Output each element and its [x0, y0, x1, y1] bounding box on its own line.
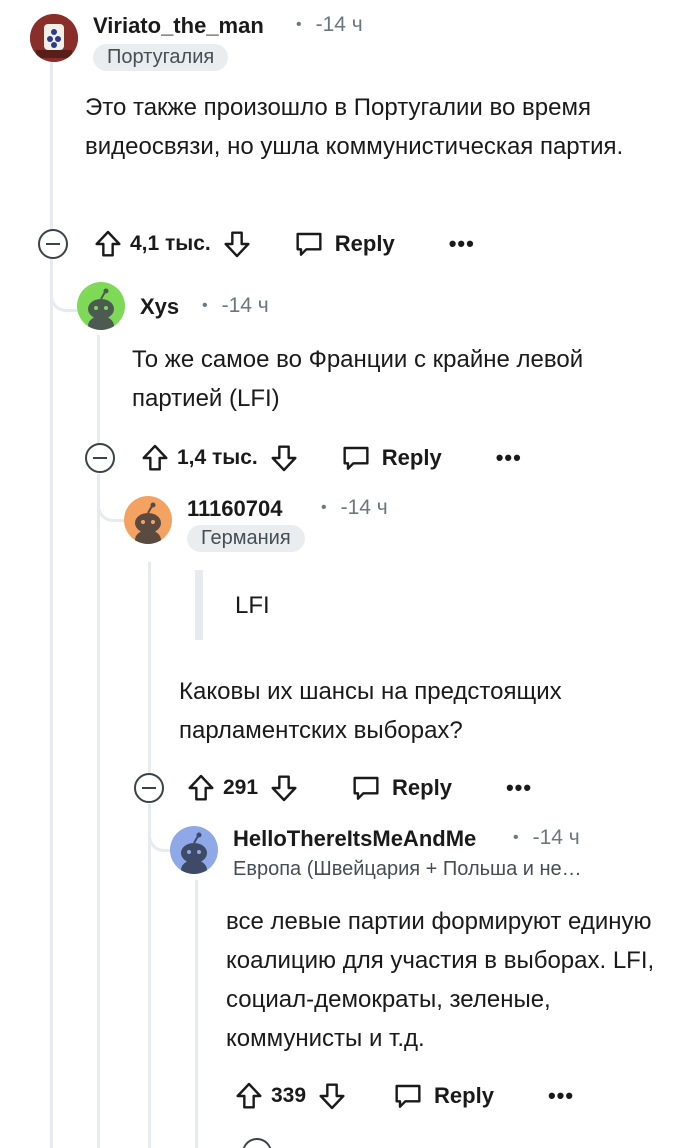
arrow-down-icon — [271, 445, 297, 472]
thread-line — [195, 880, 198, 1148]
blockquote-bar — [195, 570, 203, 640]
arrow-up-icon — [142, 444, 168, 471]
more-options-button[interactable]: ••• — [496, 445, 522, 471]
reply-button[interactable]: Reply — [392, 1080, 494, 1112]
downvote-button[interactable] — [221, 228, 253, 260]
thread-line — [148, 562, 151, 774]
arrow-up-icon — [188, 774, 214, 801]
upvote-button[interactable] — [185, 772, 217, 804]
comment-body: Каковы их шансы на предстоящих парламент… — [179, 678, 562, 744]
minus-icon — [142, 787, 156, 789]
comment-body: все левые партии формируют единую коалиц… — [226, 908, 655, 1052]
more-options-button[interactable]: ••• — [506, 775, 532, 801]
snoo-avatar-icon — [170, 826, 218, 874]
reply-button[interactable]: Reply — [340, 442, 442, 474]
collapse-thread-button[interactable] — [242, 1138, 272, 1148]
more-options-button[interactable]: ••• — [548, 1083, 574, 1109]
vote-score: 339 — [271, 1084, 307, 1107]
speech-bubble-icon — [296, 232, 322, 256]
portugal-crest-avatar-icon — [30, 14, 78, 62]
snoo-avatar-icon — [124, 496, 172, 544]
avatar[interactable] — [170, 826, 218, 874]
vote-score: 1,4 тыс. — [177, 446, 258, 469]
reply-label: Reply — [434, 1083, 494, 1108]
vote-score: 291 — [223, 776, 259, 799]
speech-bubble-icon — [343, 446, 369, 470]
comment-author[interactable]: Viriato_the_man — [93, 13, 264, 39]
user-flair: Германия — [187, 525, 305, 552]
comment-actions: 291 Reply ••• — [185, 768, 532, 808]
thread-line — [50, 258, 53, 1148]
downvote-button[interactable] — [268, 442, 300, 474]
upvote-button[interactable] — [139, 442, 171, 474]
comment-actions: 1,4 тыс. Reply ••• — [139, 438, 522, 478]
minus-icon — [93, 457, 107, 459]
arrow-down-icon — [319, 1083, 345, 1110]
reply-label: Reply — [381, 445, 442, 470]
reply-button[interactable]: Reply — [350, 772, 452, 804]
thread-branch — [50, 268, 80, 312]
comment-author[interactable]: 11160704 — [187, 496, 282, 522]
more-options-button[interactable]: ••• — [449, 231, 475, 257]
avatar[interactable] — [124, 496, 172, 544]
user-flair: Европа (Швейцария + Польша и не… — [233, 858, 582, 880]
comment-timestamp: • -14 ч — [513, 826, 580, 849]
vote-score: 4,1 тыс. — [130, 232, 211, 255]
comment-actions: 339 Reply ••• — [233, 1076, 574, 1116]
avatar[interactable] — [77, 282, 125, 330]
collapse-thread-button[interactable] — [85, 443, 115, 473]
thread-line — [97, 335, 100, 445]
comment-author[interactable]: HelloThereItsMeAndMe — [233, 826, 476, 852]
reply-label: Reply — [334, 231, 395, 256]
downvote-button[interactable] — [316, 1080, 348, 1112]
thread-line — [97, 474, 100, 1148]
speech-bubble-icon — [395, 1084, 421, 1108]
snoo-avatar-icon — [77, 282, 125, 330]
arrow-down-icon — [224, 231, 250, 258]
arrow-up-icon — [95, 230, 121, 257]
reply-label: Reply — [392, 775, 452, 800]
blockquote-text: LFI — [235, 592, 270, 619]
thread-line — [148, 804, 151, 1148]
collapse-thread-button[interactable] — [38, 229, 68, 259]
minus-icon — [46, 243, 60, 245]
comment-timestamp: • -14 ч — [202, 294, 269, 317]
comment-body: Это также произошло в Португалии во врем… — [85, 94, 624, 160]
user-flair: Португалия — [93, 44, 229, 71]
thread-branch — [97, 482, 127, 522]
thread-line — [50, 62, 53, 230]
comment-timestamp: • -14 ч — [321, 496, 388, 519]
comment-timestamp: • -14 ч — [296, 13, 363, 36]
reply-button[interactable]: Reply — [293, 228, 395, 260]
avatar[interactable] — [30, 14, 78, 62]
comment-actions: 4,1 тыс. Reply ••• — [92, 224, 475, 264]
upvote-button[interactable] — [233, 1080, 265, 1112]
upvote-button[interactable] — [92, 228, 124, 260]
arrow-up-icon — [236, 1082, 262, 1109]
comment-body: То же самое во Франции с крайне левой па… — [132, 346, 584, 412]
comment-author[interactable]: Xys — [140, 294, 179, 320]
arrow-down-icon — [271, 775, 297, 802]
collapse-thread-button[interactable] — [134, 773, 164, 803]
downvote-button[interactable] — [268, 772, 300, 804]
speech-bubble-icon — [353, 776, 379, 800]
